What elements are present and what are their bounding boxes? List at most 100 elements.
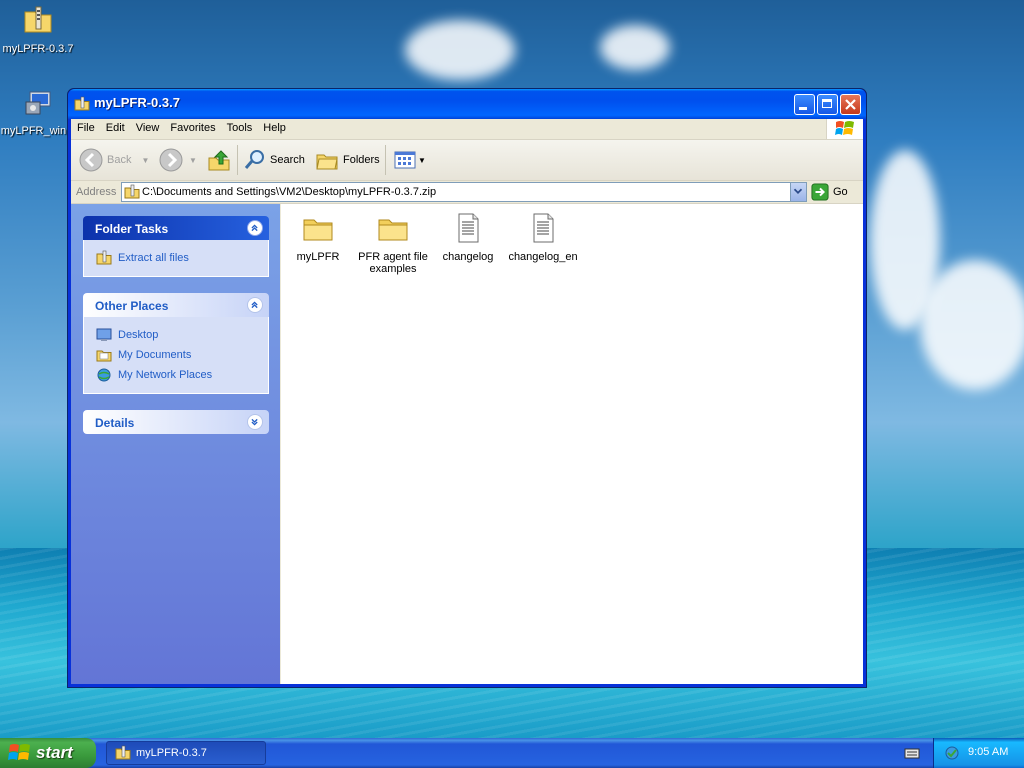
other-places-panel: Other Places Desktop My Documents My Net… [83,293,269,394]
extract-icon [96,250,112,265]
double-chevron-down-icon [251,418,258,426]
collapse-chevron-icon[interactable] [247,297,263,313]
my-documents-link[interactable]: My Documents [96,345,268,365]
details-title: Details [95,416,135,430]
title-bar[interactable]: myLPFR-0.3.7 [68,89,866,119]
search-button[interactable]: Search [243,147,305,173]
collapse-chevron-icon[interactable] [247,220,263,236]
clock[interactable]: 9:05 AM [968,746,1008,758]
up-folder-button[interactable] [207,147,231,173]
file-item[interactable]: PFR agent file examples [353,212,433,275]
network-status-icon[interactable] [944,745,960,761]
start-button[interactable]: start [0,738,96,768]
my-network-places-link[interactable]: My Network Places [96,365,268,385]
cloud [920,260,1024,390]
go-label: Go [833,186,848,198]
forward-button[interactable]: ▼ [159,147,197,173]
menu-tools[interactable]: Tools [221,119,258,139]
back-dropdown-icon[interactable]: ▼ [141,156,149,165]
my-documents-icon [96,350,112,362]
back-button[interactable]: Back ▼ [79,147,149,173]
menu-bar: File Edit View Favorites Tools Help [71,119,863,140]
folder-tasks-title: Folder Tasks [95,222,169,236]
close-button[interactable] [840,94,861,115]
views-dropdown-icon: ▼ [418,155,426,165]
back-label: Back [107,154,132,166]
close-icon [845,99,856,110]
cloud [600,25,670,70]
file-item[interactable]: changelog_en [503,212,583,263]
search-label: Search [270,154,305,166]
address-bar: Address C:\Documents and Settings\VM2\De… [71,181,863,204]
details-header[interactable]: Details [83,410,269,434]
back-arrow-icon [79,148,103,172]
my-network-places-link-label: My Network Places [118,369,213,381]
file-name: changelog_en [508,251,578,263]
menu-edit[interactable]: Edit [100,119,130,139]
keyboard-icon[interactable] [904,745,920,764]
network-places-icon [97,368,111,382]
window-title: myLPFR-0.3.7 [94,95,180,110]
desktop-icon [96,328,112,341]
search-icon [244,150,264,169]
text-file-icon [458,213,479,243]
desktop-icon-label: myLPFR-0.3.7 [2,43,74,55]
text-file-icon [533,213,554,243]
forward-dropdown-icon[interactable]: ▼ [189,156,197,165]
minimize-button[interactable] [794,94,815,115]
other-places-header[interactable]: Other Places [83,293,269,317]
folder-icon [378,219,408,241]
double-chevron-up-icon [251,224,258,232]
toolbar-separator [237,145,238,175]
file-name: PFR agent file examples [358,251,428,275]
file-item[interactable]: myLPFR [278,212,358,263]
expand-chevron-icon[interactable] [247,414,263,430]
folders-button[interactable]: Folders [315,147,380,173]
go-button[interactable]: Go [811,182,848,202]
folders-label: Folders [343,154,380,166]
menu-file[interactable]: File [71,119,100,139]
zip-folder-icon [115,745,131,760]
keyboard-glyph-icon [904,748,920,759]
desktop-link-label: Desktop [118,329,159,341]
taskbar-window-label: myLPFR-0.3.7 [136,747,207,759]
address-dropdown-button[interactable] [790,183,806,201]
extract-all-files-label: Extract all files [118,252,189,264]
desktop-link[interactable]: Desktop [96,325,268,345]
menu-view[interactable]: View [130,119,165,139]
folder-tasks-header[interactable]: Folder Tasks [83,216,269,240]
views-button[interactable]: ▼ [393,147,426,173]
windows-flag-icon [8,744,30,760]
folder-icon [303,219,333,241]
taskbar-window-button[interactable]: myLPFR-0.3.7 [106,741,266,765]
my-documents-link-label: My Documents [118,349,192,361]
windows-logo [826,119,863,139]
extract-all-files-link[interactable]: Extract all files [96,248,268,268]
explorer-window: myLPFR-0.3.7 File Edit View Favorites Tools H… [67,88,867,688]
window-client: File Edit View Favorites Tools Help Back ▼ [71,119,863,684]
maximize-button[interactable] [817,94,838,115]
zip-folder-icon [124,184,140,199]
folder-tasks-panel: Folder Tasks Extract all files [83,216,269,277]
desktop-icon-zip[interactable]: myLPFR-0.3.7 [0,4,78,55]
go-arrow-icon [811,183,829,201]
views-icon [394,151,416,169]
other-places-body: Desktop My Documents My Network Places [83,317,269,394]
standard-toolbar: Back ▼ ▼ Search Folders ▼ [71,140,863,181]
menu-help[interactable]: Help [257,119,291,139]
details-panel: Details [83,410,269,434]
menu-favorites[interactable]: Favorites [164,119,220,139]
zip-folder-icon [74,96,90,111]
taskbar: start myLPFR-0.3.7 9:05 AM [0,738,1024,768]
address-value: C:\Documents and Settings\VM2\Desktop\my… [142,186,437,198]
toolbar-separator [385,145,386,175]
address-input[interactable]: C:\Documents and Settings\VM2\Desktop\my… [121,182,807,202]
start-label: start [36,743,73,762]
chevron-down-icon [793,188,803,194]
system-tray: 9:05 AM [933,738,1024,768]
file-item[interactable]: changelog [428,212,508,263]
windows-flag-icon [835,121,854,135]
folders-icon [316,154,338,170]
other-places-title: Other Places [95,299,169,313]
address-label: Address [76,186,117,198]
